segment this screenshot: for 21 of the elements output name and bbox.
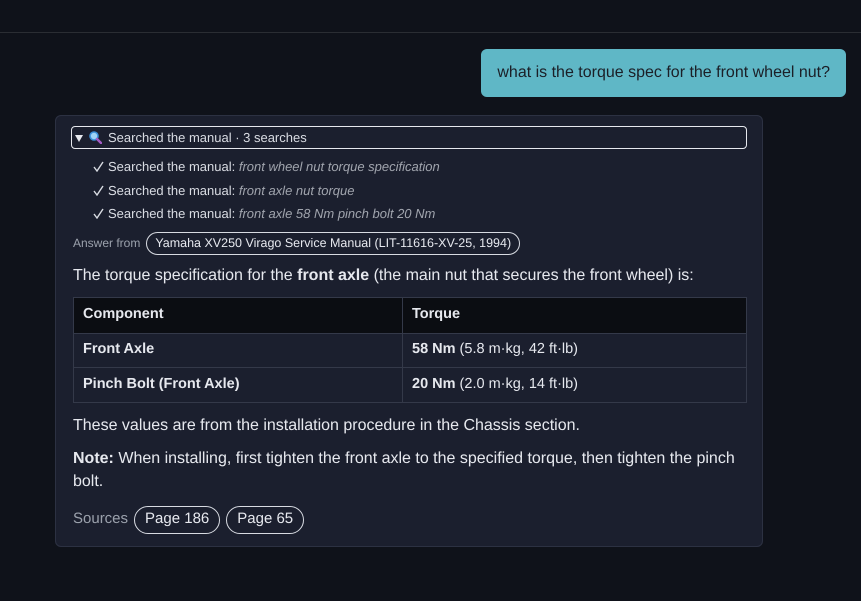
user-message-bubble: what is the torque spec for the front wheel nut? bbox=[481, 49, 846, 97]
search-step-text: Searched the manual: front axle nut torque bbox=[108, 182, 354, 200]
search-step-text: Searched the manual: front axle 58 Nm pinch bolt 20 Nm bbox=[108, 205, 436, 223]
table-cell: 20 Nm (2.0 m·kg, 14 ft·lb) bbox=[402, 368, 746, 402]
search-step-text: Searched the manual: front wheel nut torque specification bbox=[108, 158, 440, 176]
source-page-link[interactable]: Page 65 bbox=[226, 506, 304, 534]
answer-paragraph: Note: When installing, first tighten the front axle to the specified torque, then tighten the pinch bolt. bbox=[73, 448, 736, 492]
intro-paragraph: The torque specification for the front axle (the main nut that secures the front wheel) is: bbox=[72, 266, 695, 286]
answer-paragraph: These values are from the installation procedure in the Chassis section. bbox=[73, 416, 581, 436]
source-manual-link[interactable]: Yamaha XV250 Virago Service Manual (LIT-11616-XV-25, 1994) bbox=[146, 232, 520, 254]
table-cell: Pinch Bolt (Front Axle) bbox=[74, 368, 402, 402]
sources-label: Sources bbox=[73, 509, 128, 530]
column-header: Component bbox=[74, 297, 402, 333]
source-page-link[interactable]: Page 186 bbox=[134, 506, 220, 534]
column-header: Torque bbox=[402, 297, 746, 333]
magnifier-icon bbox=[89, 131, 102, 144]
table-cell: Front Axle bbox=[74, 333, 402, 368]
answer-from-label: Answer from bbox=[73, 235, 140, 252]
search-log-summary[interactable]: Searched the manual · 3 searches bbox=[71, 126, 747, 149]
search-log-title: Searched the manual · 3 searches bbox=[108, 128, 307, 147]
table-cell: 58 Nm (5.8 m·kg, 42 ft·lb) bbox=[402, 333, 746, 368]
